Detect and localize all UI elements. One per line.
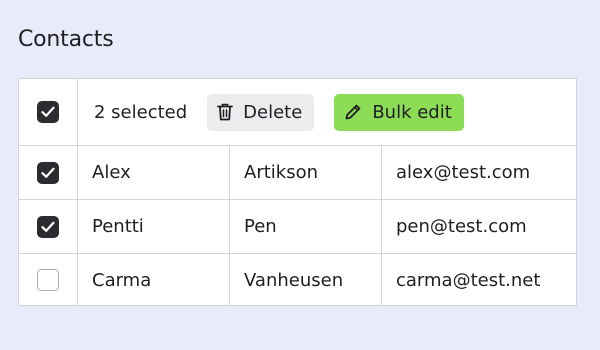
bulk-actions-bar: 2 selected Delete Bulk edit bbox=[78, 79, 576, 145]
first-name-cell: Alex bbox=[78, 146, 230, 199]
trash-icon bbox=[217, 103, 234, 121]
select-all-checkbox[interactable] bbox=[37, 101, 59, 123]
table-header-row: 2 selected Delete Bulk edit bbox=[19, 79, 576, 146]
contacts-table: 2 selected Delete Bulk edit Alex Artikso… bbox=[18, 78, 577, 306]
delete-button-label: Delete bbox=[243, 101, 303, 123]
pencil-icon bbox=[344, 103, 362, 121]
row-checkbox[interactable] bbox=[37, 269, 59, 291]
last-name-cell: Artikson bbox=[230, 146, 382, 199]
bulk-edit-button-label: Bulk edit bbox=[372, 101, 452, 123]
email-cell: carma@test.net bbox=[396, 269, 541, 291]
delete-button[interactable]: Delete bbox=[207, 93, 315, 131]
checkmark-icon bbox=[41, 221, 55, 232]
first-name-cell: Pentti bbox=[78, 200, 230, 253]
checkmark-icon bbox=[41, 167, 55, 178]
email-cell: pen@test.com bbox=[396, 216, 527, 237]
first-name-cell: Carma bbox=[78, 254, 230, 306]
selected-count: 2 selected bbox=[94, 101, 188, 123]
page-title: Contacts bbox=[18, 27, 114, 52]
bulk-edit-button[interactable]: Bulk edit bbox=[334, 93, 464, 131]
table-row: Alex Artikson alex@test.com bbox=[19, 146, 576, 200]
row-checkbox-cell bbox=[19, 200, 78, 253]
table-row: Pentti Pen pen@test.com bbox=[19, 200, 576, 254]
last-name-cell: Pen bbox=[230, 200, 382, 253]
email-cell: alex@test.com bbox=[396, 162, 531, 183]
row-checkbox[interactable] bbox=[37, 161, 59, 184]
row-checkbox-cell bbox=[19, 146, 78, 199]
select-all-cell bbox=[19, 79, 78, 145]
last-name-cell: Vanheusen bbox=[230, 254, 382, 306]
row-checkbox[interactable] bbox=[37, 215, 59, 238]
table-row: Carma Vanheusen carma@test.net bbox=[19, 254, 576, 306]
row-checkbox-cell bbox=[19, 254, 78, 306]
checkmark-icon bbox=[41, 106, 55, 117]
